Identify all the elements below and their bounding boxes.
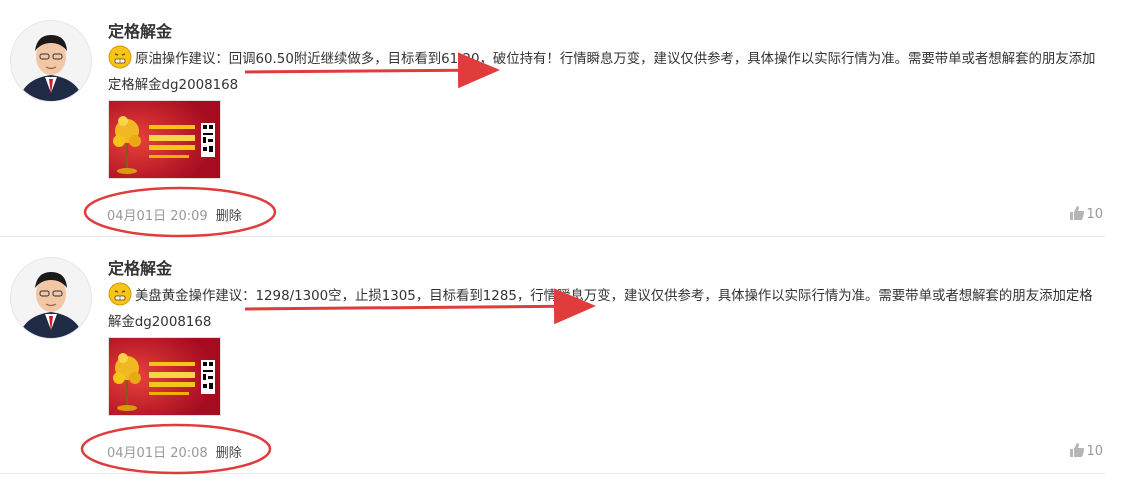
grimace-emoji-icon: [108, 282, 132, 306]
post-divider: [0, 473, 1105, 474]
like-count: 10: [1086, 207, 1103, 222]
post-content: 原油操作建议：回调60.50附近继续做多，目标看到61.20，破位持有！行情瞬息…: [108, 45, 1103, 99]
author-name[interactable]: 定格解金: [108, 255, 172, 279]
avatar[interactable]: [10, 20, 92, 102]
post-card: 定格解金 原油操作建议：回调60.50附近继续做多，目标看到61.20，破位持有…: [0, 0, 1125, 236]
post-text: 美盘黄金操作建议：1298/1300空，止损1305，目标看到1285，行情瞬息…: [108, 289, 1093, 330]
post-image-thumbnail[interactable]: [108, 337, 221, 416]
post-meta: 04月01日 20:08 删除: [107, 442, 242, 461]
delete-link[interactable]: 删除: [216, 446, 242, 461]
post-timestamp: 04月01日 20:09: [107, 209, 208, 224]
like-button[interactable]: 10: [1069, 205, 1103, 222]
post-card: 定格解金 美盘黄金操作建议：1298/1300空，止损1305，目标看到1285…: [0, 237, 1125, 473]
post-content: 美盘黄金操作建议：1298/1300空，止损1305，目标看到1285，行情瞬息…: [108, 282, 1103, 336]
delete-link[interactable]: 删除: [216, 209, 242, 224]
post-image-thumbnail[interactable]: [108, 100, 221, 179]
author-name[interactable]: 定格解金: [108, 18, 172, 42]
thumbs-up-icon: [1070, 443, 1085, 457]
post-timestamp: 04月01日 20:08: [107, 446, 208, 461]
avatar[interactable]: [10, 257, 92, 339]
grimace-emoji-icon: [108, 45, 132, 69]
like-button[interactable]: 10: [1069, 442, 1103, 459]
thumbs-up-icon: [1070, 206, 1085, 220]
like-count: 10: [1086, 444, 1103, 459]
post-text: 原油操作建议：回调60.50附近继续做多，目标看到61.20，破位持有！行情瞬息…: [108, 52, 1096, 93]
post-meta: 04月01日 20:09 删除: [107, 205, 242, 224]
